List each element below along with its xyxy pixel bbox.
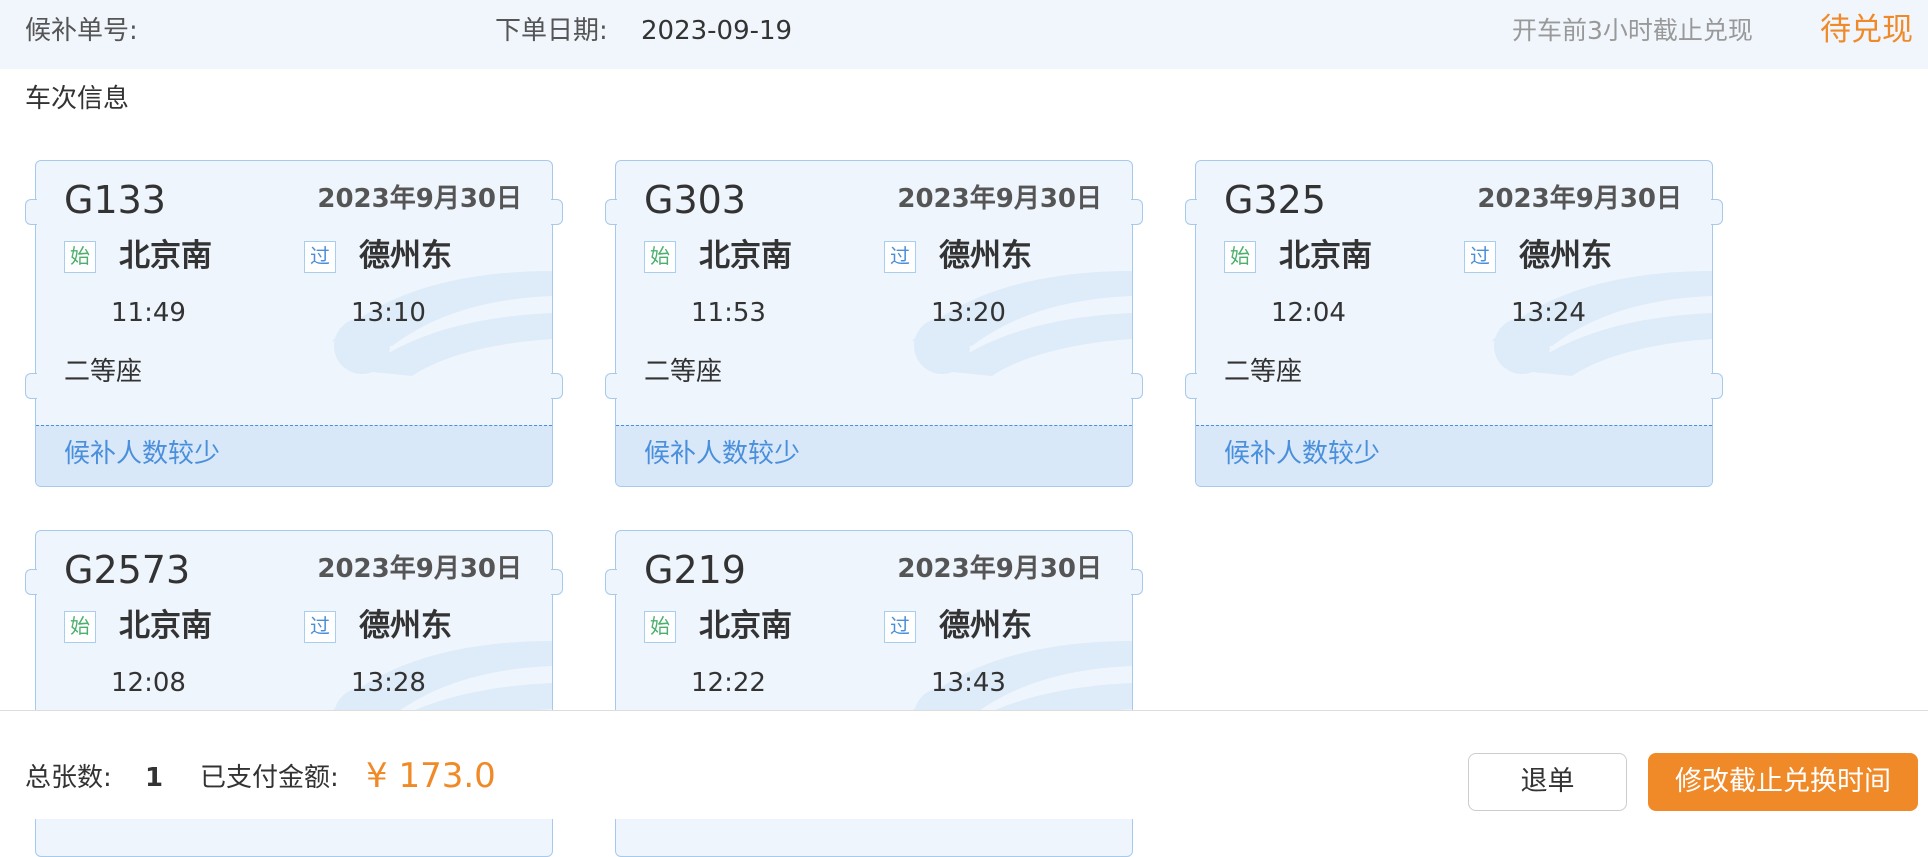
order-footer: 总张数: 1 已支付金额: ¥ 173.0 退单 修改截止兑换时间: [0, 710, 1928, 819]
start-time: 11:49: [111, 298, 186, 328]
ticket-notch: [1711, 199, 1723, 225]
ticket-notch: [25, 569, 37, 595]
section-title: 车次信息: [25, 84, 130, 114]
start-station-badge: 始: [644, 241, 676, 273]
order-date-label: 下单日期:: [495, 16, 608, 46]
pass-station: 德州东: [939, 238, 1032, 274]
start-station-badge: 始: [1224, 241, 1256, 273]
pass-time: 13:43: [931, 668, 1006, 698]
start-time: 12:08: [111, 668, 186, 698]
order-no-label: 候补单号:: [25, 16, 138, 46]
start-time: 11:53: [691, 298, 766, 328]
train-number: G325: [1224, 178, 1326, 222]
queue-status-bar: 候补人数较少: [36, 425, 552, 486]
pass-station-badge: 过: [1464, 241, 1496, 273]
ticket-notch: [551, 569, 563, 595]
start-station-badge: 始: [64, 611, 96, 643]
train-date: 2023年9月30日: [897, 554, 1102, 584]
train-card[interactable]: G303 2023年9月30日始北京南 11:53 过德州东 13:20 二等座候补人数较…: [605, 160, 1143, 487]
ticket-notch: [1131, 569, 1143, 595]
start-station: 北京南: [1279, 238, 1372, 274]
train-date: 2023年9月30日: [897, 184, 1102, 214]
ticket-notch: [1185, 199, 1197, 225]
pass-station-badge: 过: [884, 611, 916, 643]
seat-class: 二等座: [644, 357, 723, 387]
ticket-notch: [605, 569, 617, 595]
ticket-notch: [1131, 373, 1143, 399]
order-header: 候补单号: 下单日期: 2023-09-19 开车前3小时截止兑现 待兑现: [0, 0, 1928, 69]
train-date: 2023年9月30日: [1477, 184, 1682, 214]
start-time: 12:04: [1271, 298, 1346, 328]
ticket-notch: [551, 199, 563, 225]
seat-class: 二等座: [64, 357, 143, 387]
queue-status-bar: 候补人数较少: [1196, 425, 1712, 486]
paid-amount-value: ¥ 173.0: [366, 756, 496, 796]
ticket-notch: [1185, 373, 1197, 399]
paid-amount-label: 已支付金额:: [200, 763, 339, 793]
cancel-order-button[interactable]: 退单: [1468, 753, 1627, 811]
pass-time: 13:24: [1511, 298, 1586, 328]
order-date-value: 2023-09-19: [641, 16, 793, 46]
pass-station: 德州东: [359, 608, 452, 644]
ticket-notch: [1131, 199, 1143, 225]
pass-station: 德州东: [939, 608, 1032, 644]
train-card[interactable]: G133 2023年9月30日始北京南 11:49 过德州东 13:10 二等座候补人数较…: [25, 160, 563, 487]
pass-station: 德州东: [359, 238, 452, 274]
start-time: 12:22: [691, 668, 766, 698]
pass-station: 德州东: [1519, 238, 1612, 274]
start-station-badge: 始: [64, 241, 96, 273]
start-station: 北京南: [119, 608, 212, 644]
queue-status-bar: 候补人数较少: [616, 425, 1132, 486]
start-station-badge: 始: [644, 611, 676, 643]
start-station: 北京南: [699, 608, 792, 644]
train-number: G2573: [64, 548, 191, 592]
train-date: 2023年9月30日: [317, 184, 522, 214]
modify-deadline-button[interactable]: 修改截止兑换时间: [1648, 753, 1918, 811]
queue-status: 候补人数较少: [1224, 439, 1381, 469]
pass-station-badge: 过: [884, 241, 916, 273]
deadline-note: 开车前3小时截止兑现: [1512, 16, 1753, 45]
ticket-notch: [605, 199, 617, 225]
queue-status: 候补人数较少: [644, 439, 801, 469]
queue-status: 候补人数较少: [64, 439, 221, 469]
status-badge: 待兑现: [1820, 12, 1913, 48]
ticket-notch: [25, 199, 37, 225]
total-count-label: 总张数:: [25, 763, 112, 793]
start-station: 北京南: [119, 238, 212, 274]
pass-time: 13:20: [931, 298, 1006, 328]
train-number: G303: [644, 178, 746, 222]
ticket-notch: [1711, 373, 1723, 399]
train-number: G219: [644, 548, 746, 592]
ticket-notch: [25, 373, 37, 399]
pass-station-badge: 过: [304, 611, 336, 643]
start-station: 北京南: [699, 238, 792, 274]
ticket-notch: [551, 373, 563, 399]
seat-class: 二等座: [1224, 357, 1303, 387]
pass-station-badge: 过: [304, 241, 336, 273]
total-count-value: 1: [145, 763, 164, 793]
train-date: 2023年9月30日: [317, 554, 522, 584]
ticket-notch: [605, 373, 617, 399]
train-number: G133: [64, 178, 166, 222]
pass-time: 13:10: [351, 298, 426, 328]
train-card[interactable]: G325 2023年9月30日始北京南 12:04 过德州东 13:24 二等座候补人数较…: [1185, 160, 1723, 487]
pass-time: 13:28: [351, 668, 426, 698]
